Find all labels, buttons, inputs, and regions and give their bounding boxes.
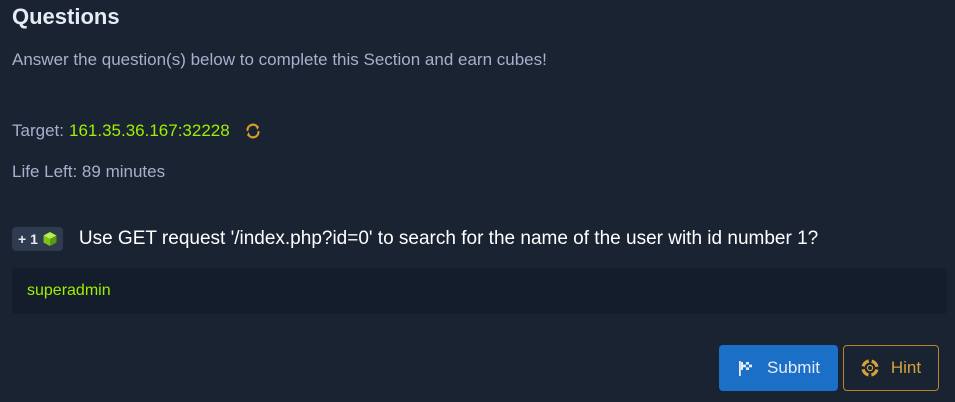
target-row: Target: 161.35.36.167:32228 [12,121,262,141]
question-text: Use GET request '/index.php?id=0' to sea… [78,228,819,249]
answer-field[interactable]: superadmin [12,268,947,314]
cube-reward-badge: + 1 [12,227,63,251]
cube-icon [42,231,58,247]
cube-reward-count: + 1 [18,231,38,247]
refresh-icon[interactable] [244,122,262,140]
hint-button[interactable]: Hint [843,345,939,391]
target-label: Target: [12,121,64,140]
section-title: Questions [12,4,120,29]
life-left: Life Left: 89 minutes [12,162,166,181]
submit-label: Submit [767,358,820,377]
lifebuoy-icon [861,359,879,377]
section-subtitle: Answer the question(s) below to complete… [12,50,547,69]
flag-icon [739,361,753,376]
target-value: 161.35.36.167:32228 [68,121,230,140]
hint-label: Hint [890,358,922,377]
question-row: + 1 Use GET request '/index.php?id=0' to… [12,227,818,251]
answer-value: superadmin [27,282,111,299]
submit-button[interactable]: Submit [719,345,838,391]
